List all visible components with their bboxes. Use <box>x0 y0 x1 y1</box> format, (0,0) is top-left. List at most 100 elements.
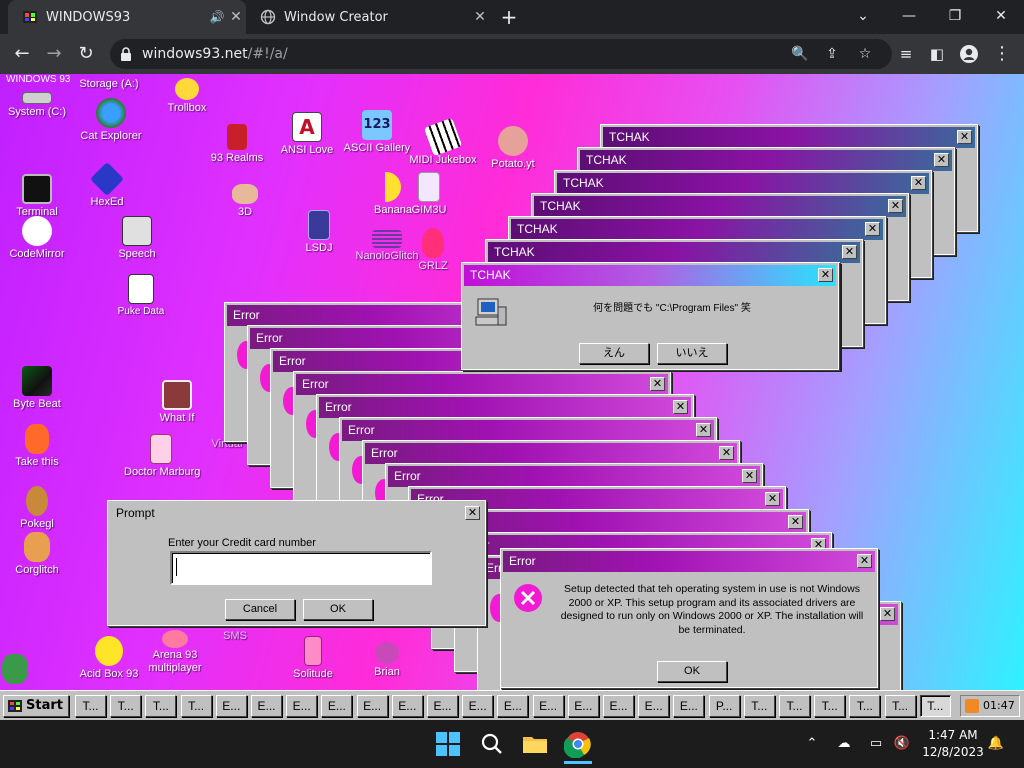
minimize-icon[interactable]: — <box>886 0 932 34</box>
close-icon[interactable]: ✕ <box>742 469 757 483</box>
taskbar-window-button[interactable]: T... <box>814 695 846 717</box>
tab-search-chevron-icon[interactable]: ⌄ <box>840 0 886 34</box>
zoom-search-icon[interactable]: 🔍 <box>788 42 812 66</box>
chevron-up-icon[interactable]: ⌃ <box>802 734 822 754</box>
network-icon[interactable]: ▭ <box>866 734 886 754</box>
search-icon[interactable] <box>478 730 506 758</box>
desktop-icon-system[interactable]: System (C:) <box>0 92 74 118</box>
taskbar-window-button[interactable]: E... <box>391 695 423 717</box>
error-ok-button[interactable]: OK <box>657 661 727 682</box>
desktop-icon-lsdj[interactable]: LSDJ <box>282 210 356 254</box>
taskbar-window-button[interactable]: E... <box>567 695 599 717</box>
chrome-icon[interactable] <box>563 730 592 764</box>
close-icon[interactable]: ✕ <box>719 446 734 460</box>
forward-arrow-icon[interactable]: → <box>40 40 68 68</box>
close-icon[interactable]: ✕ <box>818 268 833 282</box>
kebab-menu-icon[interactable]: ⋮ <box>988 40 1016 68</box>
close-icon[interactable]: ✕ <box>696 423 711 437</box>
close-icon[interactable]: ✕ <box>465 506 480 520</box>
tab-windows93[interactable]: WINDOWS93 🔊 ✕ <box>8 0 246 34</box>
close-icon[interactable]: ✕ <box>934 153 949 167</box>
desktop-icon-corglitch[interactable]: Corglitch <box>0 532 74 576</box>
desktop-icon-gim3u[interactable]: GIM3U <box>392 172 466 216</box>
taskbar-window-button[interactable]: E... <box>497 695 529 717</box>
bookmark-star-icon[interactable]: ☆ <box>853 42 877 66</box>
share-icon[interactable]: ⇪ <box>820 42 844 66</box>
taskbar-window-button[interactable]: P... <box>708 695 740 717</box>
close-icon[interactable]: ✕ <box>857 554 872 568</box>
desktop-icon-hexed[interactable]: HexEd <box>70 162 144 208</box>
tchak-no-button[interactable]: いいえ <box>657 343 727 364</box>
desktop-icon-speech[interactable]: Speech <box>100 216 174 260</box>
speaker-icon[interactable]: 🔊 <box>208 10 226 24</box>
lock-icon[interactable] <box>120 46 132 62</box>
close-icon[interactable]: ✕ <box>880 607 895 621</box>
start-button[interactable]: Start <box>3 695 69 717</box>
prompt-titlebar[interactable]: Prompt ✕ <box>110 503 483 524</box>
taskbar-window-button[interactable]: T... <box>779 695 810 717</box>
tchak-yes-button[interactable]: えん <box>579 343 649 364</box>
error-titlebar[interactable]: Error✕ <box>296 374 668 395</box>
notification-bell-icon[interactable]: 🔔 <box>986 734 1006 754</box>
desktop-icon-trollbox[interactable]: Trollbox <box>150 78 224 114</box>
side-panel-icon[interactable]: ◧ <box>923 40 951 68</box>
taskbar-window-button[interactable]: E... <box>603 695 634 717</box>
tchak-dialog[interactable]: TCHAK ✕ 何を問題でも "C:\Program Files" 笑 えん い… <box>461 262 839 370</box>
desktop-icon-ansi-love[interactable]: A ANSI Love <box>270 112 344 156</box>
tchak-titlebar[interactable]: TCHAK ✕ <box>534 196 906 217</box>
taskbar-window-button[interactable]: T... <box>919 695 951 717</box>
prompt-cancel-button[interactable]: Cancel <box>225 599 295 620</box>
close-icon[interactable]: ✕ <box>788 515 803 529</box>
taskbar-window-button[interactable]: E... <box>321 695 353 717</box>
desktop-icon-3d[interactable]: 3D <box>208 184 282 218</box>
taskbar-window-button[interactable]: T... <box>110 695 142 717</box>
rss-icon[interactable] <box>965 699 979 713</box>
desktop-icon-dino[interactable] <box>0 654 30 684</box>
close-icon[interactable]: ✕ <box>957 130 972 144</box>
error-titlebar[interactable]: Error✕ <box>434 512 806 533</box>
tchak-titlebar[interactable]: TCHAK ✕ <box>557 173 929 194</box>
close-icon[interactable]: ✕ <box>911 176 926 190</box>
desktop-icon-terminal[interactable]: Terminal <box>0 174 74 218</box>
media-queue-icon[interactable]: ≡ <box>892 40 920 68</box>
error-titlebar[interactable]: Error✕ <box>365 443 737 464</box>
taskbar-window-button[interactable]: T... <box>884 695 916 717</box>
prompt-ok-button[interactable]: OK <box>303 599 373 620</box>
new-tab-button[interactable]: + <box>496 5 522 31</box>
desktop-icon-93-realms[interactable]: 93 Realms <box>200 124 274 164</box>
restore-icon[interactable]: ❐ <box>932 0 978 34</box>
error-titlebar[interactable]: Error ✕ <box>503 551 875 572</box>
close-tab-icon[interactable]: ✕ <box>470 9 490 25</box>
taskbar-window-button[interactable]: E... <box>462 695 494 717</box>
reload-icon[interactable]: ↻ <box>72 40 100 68</box>
desktop-icon-midi-jukebox[interactable]: MIDI Jukebox <box>406 117 480 166</box>
taskbar-window-button[interactable]: E... <box>638 695 670 717</box>
desktop-icon-grlz[interactable]: GRLZ <box>396 228 470 272</box>
taskbar-window-button[interactable]: E... <box>356 695 388 717</box>
close-icon[interactable]: ✕ <box>842 245 857 259</box>
desktop-icon-ascii-gallery[interactable]: 123 ASCII Gallery <box>340 110 414 154</box>
desktop-icon-brian[interactable]: Brian <box>350 642 424 678</box>
taskbar-window-button[interactable]: E... <box>427 695 458 717</box>
tchak-titlebar[interactable]: TCHAK ✕ <box>464 265 836 286</box>
desktop-icon-doctor-marburg[interactable]: Doctor Marburg <box>124 434 200 479</box>
tchak-titlebar[interactable]: TCHAK ✕ <box>580 150 952 171</box>
windows-start-icon[interactable] <box>434 730 462 758</box>
tab-window-creator[interactable]: Window Creator ✕ <box>246 0 490 34</box>
close-icon[interactable]: ✕ <box>650 377 665 391</box>
taskbar-window-button[interactable]: E... <box>532 695 564 717</box>
taskbar-window-button[interactable]: T... <box>743 695 775 717</box>
close-icon[interactable]: ✕ <box>765 492 780 506</box>
error-titlebar[interactable]: Error✕ <box>319 397 691 418</box>
close-window-icon[interactable]: ✕ <box>978 0 1024 34</box>
taskbar-window-button[interactable]: T... <box>75 695 106 717</box>
error-dialog[interactable]: Error ✕ Setup detected that teh operatin… <box>500 548 878 688</box>
tchak-titlebar[interactable]: TCHAK ✕ <box>488 242 860 263</box>
file-explorer-icon[interactable] <box>521 730 549 758</box>
tchak-titlebar[interactable]: TCHAK ✕ <box>511 219 883 240</box>
volume-muted-icon[interactable]: 🔇 <box>892 734 912 754</box>
taskbar-window-button[interactable]: E... <box>286 695 318 717</box>
desktop-icon-pokegl[interactable]: Pokegl <box>0 486 74 530</box>
desktop-icon-puke-data[interactable]: Puke Data <box>104 274 178 317</box>
desktop-icon-sms[interactable]: SMS <box>198 628 272 642</box>
